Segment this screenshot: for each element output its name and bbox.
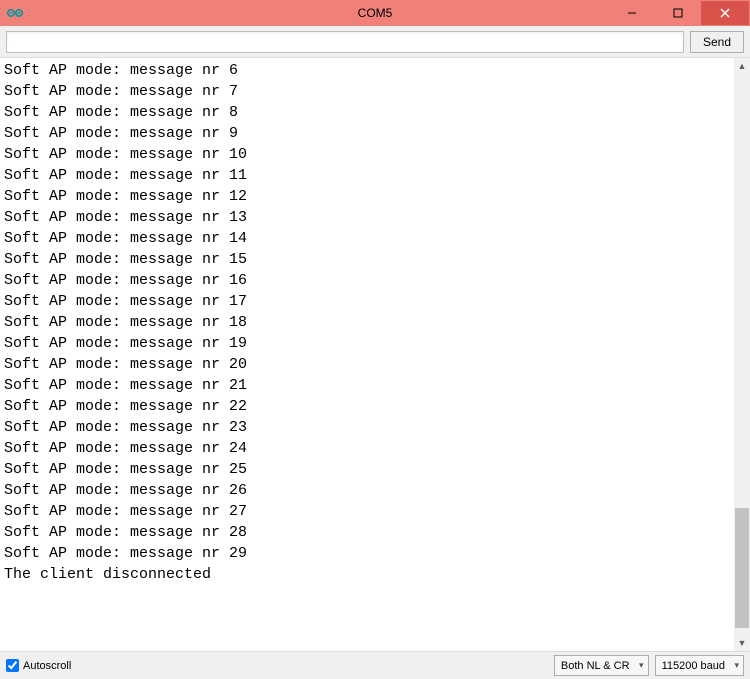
serial-input[interactable]: [6, 31, 684, 53]
maximize-button[interactable]: [655, 1, 701, 25]
line-ending-select[interactable]: Both NL & CR: [554, 655, 649, 676]
serial-output[interactable]: Soft AP mode: message nr 6 Soft AP mode:…: [0, 58, 734, 651]
arduino-icon: [7, 5, 23, 21]
close-button[interactable]: [701, 1, 749, 25]
send-button[interactable]: Send: [690, 31, 744, 53]
autoscroll-checkbox[interactable]: Autoscroll: [6, 659, 71, 672]
console-area: Soft AP mode: message nr 6 Soft AP mode:…: [0, 58, 750, 651]
vertical-scrollbar[interactable]: ▲ ▼: [734, 58, 750, 651]
scroll-thumb[interactable]: [735, 508, 749, 628]
baud-rate-select[interactable]: 115200 baud: [655, 655, 744, 676]
minimize-button[interactable]: [609, 1, 655, 25]
window-controls: [609, 1, 749, 25]
scroll-up-icon[interactable]: ▲: [734, 58, 750, 74]
titlebar[interactable]: COM5: [0, 0, 750, 26]
autoscroll-input[interactable]: [6, 659, 19, 672]
autoscroll-label: Autoscroll: [23, 660, 71, 672]
send-toolbar: Send: [0, 26, 750, 58]
status-bar: Autoscroll Both NL & CR 115200 baud: [0, 651, 750, 679]
scroll-down-icon[interactable]: ▼: [734, 635, 750, 651]
